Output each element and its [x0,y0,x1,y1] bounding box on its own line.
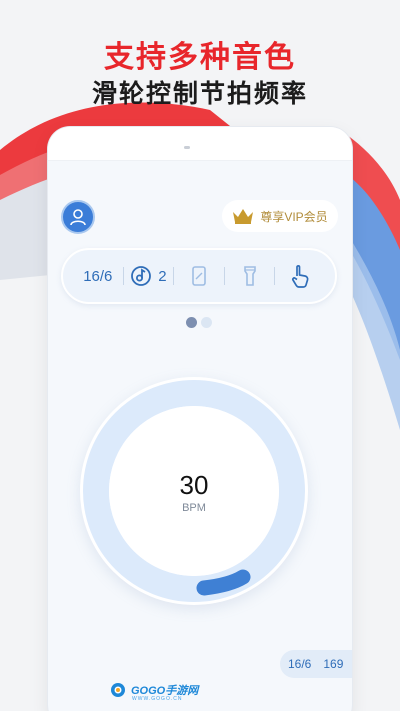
phone-status-bar [48,127,352,161]
sound-select-button[interactable]: 2 [124,250,174,302]
crown-icon [233,209,254,224]
sound-count: 2 [158,267,167,285]
flashlight-toggle[interactable] [225,250,275,302]
beat-summary-pill[interactable]: 16/6 169 [280,650,352,678]
tempo-unit: BPM [182,502,206,514]
metronome-toolbar: 16/6 2 [61,248,337,304]
vibrate-toggle[interactable] [174,250,224,302]
page-dot[interactable] [201,317,212,328]
gogo-logo-icon [111,683,125,697]
vip-label: 尊享VIP会员 [260,209,328,224]
speaker-slot [184,146,190,149]
page-indicator [186,317,212,328]
watermark-domain: WWW.GOGO.CN [132,696,183,702]
promo-subheadline: 滑轮控制节拍频率 [91,79,308,108]
time-signature-button[interactable]: 16/6 [73,250,123,302]
site-watermark: GOGO手游网 WWW.GOGO.CN [110,682,198,702]
user-avatar-button[interactable] [61,200,95,234]
footer-value: 169 [323,657,344,671]
user-icon [70,209,86,226]
note-disc-icon [131,266,152,286]
phone-frame: 尊享VIP会员 16/6 2 30 BPM 16/6 169 [48,127,352,711]
vip-membership-button[interactable]: 尊享VIP会员 [222,200,338,232]
footer-time-signature: 16/6 [288,657,312,671]
promo-headline: 支持多种音色 [104,40,296,75]
flashlight-icon [243,266,256,286]
tap-tempo-button[interactable] [275,250,325,302]
phone-vibrate-icon [192,266,206,286]
tempo-value: 30 [179,470,209,500]
time-signature-label: 16/6 [83,267,113,285]
page-dot-active[interactable] [186,317,197,328]
tap-hand-icon [292,265,309,288]
